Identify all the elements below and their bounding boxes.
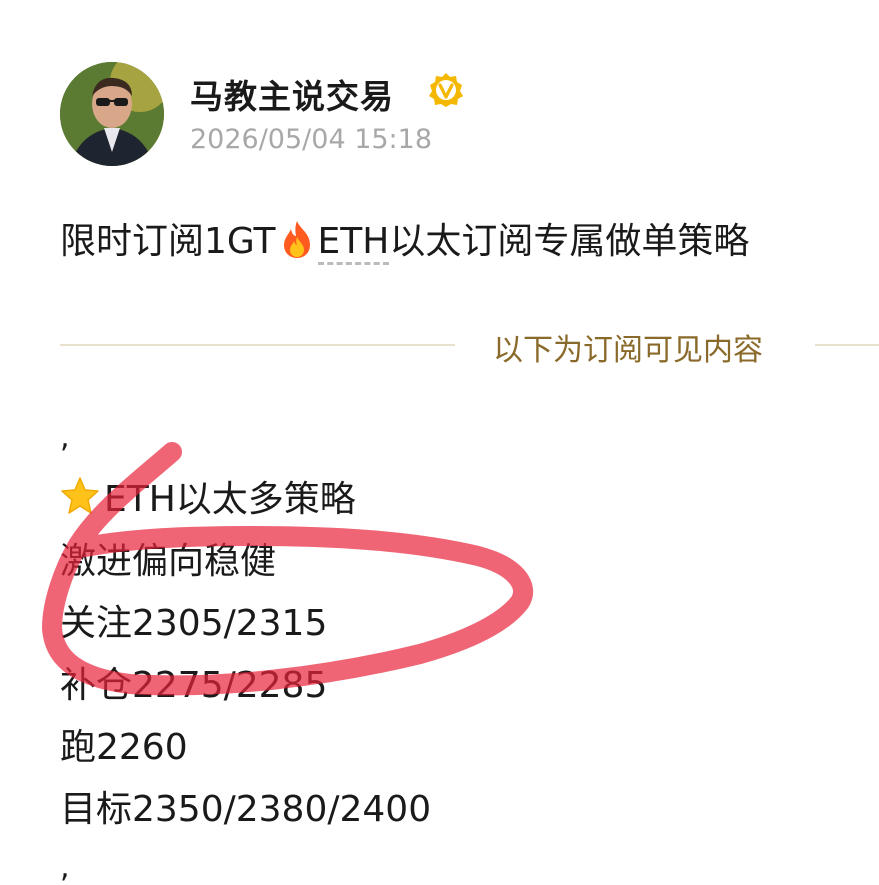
star-emoji-icon bbox=[60, 476, 100, 516]
subscriber-content-divider: 以下为订阅可见内容 bbox=[0, 320, 879, 370]
fire-emoji-icon bbox=[278, 219, 316, 259]
post-timestamp: 2026/05/04 15:18 bbox=[190, 124, 433, 155]
strategy-title-text: ETH以太多策略 bbox=[104, 479, 356, 520]
divider-line-left bbox=[60, 344, 455, 346]
strategy-add-level: 补仓2275/2285 bbox=[60, 665, 328, 706]
eth-topic-link[interactable]: ETH bbox=[317, 221, 390, 265]
post-header: 马教主说交易 2026/05/04 15:18 bbox=[0, 0, 879, 180]
post-title-prefix: 限时订阅1GT bbox=[60, 221, 276, 262]
avatar-portrait-icon bbox=[60, 62, 164, 166]
divider-line-right bbox=[815, 344, 879, 346]
strategy-watch-level: 关注2305/2315 bbox=[60, 603, 328, 644]
post-title-suffix: 以太订阅专属做单策略 bbox=[389, 221, 750, 262]
trailing-punctuation: , bbox=[60, 850, 70, 885]
post-title: 限时订阅1GT ETH以太订阅专属做单策略 bbox=[60, 212, 750, 265]
strategy-title: ETH以太多策略 bbox=[60, 470, 356, 522]
author-name[interactable]: 马教主说交易 bbox=[190, 70, 394, 118]
verified-badge-icon bbox=[428, 72, 464, 108]
strategy-style: 激进偏向稳健 bbox=[60, 541, 277, 582]
lead-punctuation: , bbox=[60, 420, 70, 455]
strategy-stop-level: 跑2260 bbox=[60, 727, 188, 768]
avatar[interactable] bbox=[60, 62, 164, 166]
divider-label: 以下为订阅可见内容 bbox=[493, 333, 763, 368]
strategy-target-levels: 目标2350/2380/2400 bbox=[60, 789, 432, 830]
